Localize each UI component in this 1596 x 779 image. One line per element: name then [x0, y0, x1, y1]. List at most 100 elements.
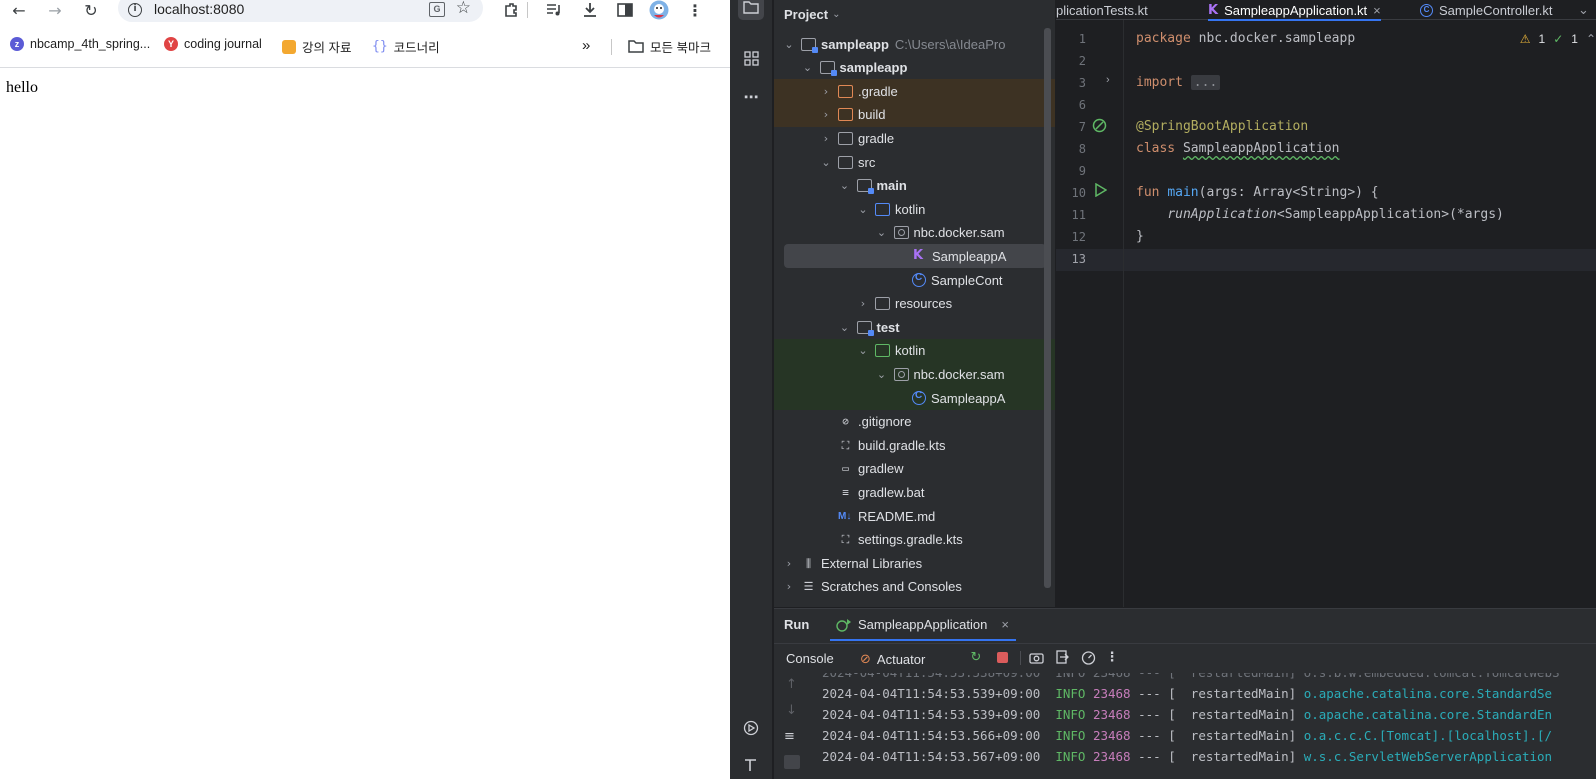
- chevron-down-icon[interactable]: ⌄: [856, 203, 870, 216]
- tree-item[interactable]: ⛶ settings.gradle.kts: [774, 528, 1055, 552]
- tree-item[interactable]: › .gradle: [774, 79, 1055, 104]
- tree-item[interactable]: › ⫼ External Libraries: [774, 551, 1055, 575]
- keyword: import: [1136, 75, 1183, 90]
- chevron-down-icon[interactable]: ⌄: [838, 179, 852, 192]
- chevron-down-icon[interactable]: ⌄: [875, 368, 889, 381]
- more-tools-icon[interactable]: ⋯: [738, 84, 764, 110]
- tree-item[interactable]: ▭ gradlew: [774, 457, 1055, 481]
- soft-wrap-icon[interactable]: ≡: [784, 729, 795, 744]
- services-icon[interactable]: [738, 715, 764, 741]
- tree-item-label: External Libraries: [821, 555, 923, 571]
- tree-item[interactable]: › ☰ Scratches and Consoles: [774, 575, 1055, 599]
- tabs-dropdown-icon[interactable]: ⌄: [1578, 0, 1589, 20]
- url-text[interactable]: localhost:8080: [154, 1, 244, 17]
- tree-item[interactable]: ⌄ src: [774, 150, 1055, 174]
- package-icon: [893, 226, 909, 240]
- build-hammer-icon[interactable]: [738, 752, 764, 778]
- bookmark-star-icon[interactable]: ☆: [456, 0, 471, 18]
- tree-item[interactable]: ⌄ main: [774, 174, 1055, 198]
- bookmark-item[interactable]: 강의 자료: [282, 37, 351, 56]
- chevron-down-icon[interactable]: ⌄: [838, 321, 852, 334]
- tree-item[interactable]: › resources: [774, 292, 1055, 316]
- bookmark-item[interactable]: Y coding journal: [164, 37, 262, 51]
- camera-icon[interactable]: [1026, 647, 1046, 667]
- close-tab-icon[interactable]: ×: [1373, 3, 1381, 18]
- tree-item[interactable]: ⌄ test: [774, 315, 1055, 339]
- chevron-down-icon[interactable]: ⌄: [782, 38, 796, 51]
- exit-icon[interactable]: [1052, 647, 1072, 667]
- tree-item[interactable]: M↓ README.md: [774, 504, 1055, 528]
- fold-chevron-icon[interactable]: ›: [1106, 74, 1110, 86]
- tab-application-tests[interactable]: plicationTests.kt: [1056, 0, 1148, 20]
- media-control-icon[interactable]: [543, 0, 565, 20]
- tree-item[interactable]: ⛶ build.gradle.kts: [774, 433, 1055, 457]
- structure-icon[interactable]: [738, 45, 764, 71]
- profiler-icon[interactable]: [1078, 647, 1098, 667]
- chevron-right-icon[interactable]: ›: [819, 85, 833, 98]
- all-bookmarks-label: 모든 북마크: [650, 41, 711, 55]
- chevron-down-icon[interactable]: ⌄: [856, 344, 870, 357]
- back-arrow-icon[interactable]: ←: [8, 0, 30, 20]
- all-bookmarks-folder[interactable]: 모든 북마크: [628, 37, 711, 56]
- more-bookmarks-chevron-icon[interactable]: »: [582, 37, 590, 54]
- more-options-icon[interactable]: ⋮: [1102, 647, 1122, 667]
- tree-scrollbar[interactable]: [1044, 28, 1051, 588]
- chevron-right-icon[interactable]: ›: [819, 132, 833, 145]
- tree-item[interactable]: ≡ gradlew.bat: [774, 480, 1055, 504]
- chevron-down-icon[interactable]: ⌄: [819, 156, 833, 169]
- scroll-up-icon[interactable]: ↑: [786, 677, 797, 692]
- run-panel-title: Run: [784, 617, 810, 632]
- tree-item[interactable]: ⌄ nbc.docker.sam: [774, 362, 1055, 387]
- bookmark-item[interactable]: z nbcamp_4th_spring...: [10, 37, 150, 51]
- forward-arrow-icon[interactable]: →: [44, 0, 66, 20]
- tree-item[interactable]: SampleCont: [774, 268, 1055, 292]
- tree-item[interactable]: ⌄ nbc.docker.sam: [774, 221, 1055, 245]
- close-run-tab-icon[interactable]: ×: [1001, 617, 1009, 632]
- scroll-to-end-icon[interactable]: [784, 755, 800, 769]
- code-area[interactable]: package nbc.docker.sampleapp import ... …: [1136, 28, 1596, 607]
- tab-sample-controller[interactable]: C SampleController.kt: [1420, 0, 1552, 20]
- tree-item[interactable]: ⌄ sampleapp: [774, 56, 1055, 80]
- tree-item[interactable]: › gradle: [774, 126, 1055, 150]
- keyword: package: [1136, 31, 1191, 46]
- chevron-right-icon[interactable]: ›: [782, 580, 796, 593]
- run-gutter-icon[interactable]: [1094, 182, 1108, 200]
- tree-item[interactable]: ⌄ kotlin: [774, 338, 1055, 363]
- tree-item[interactable]: › build: [774, 102, 1055, 127]
- tree-item[interactable]: ⌄ kotlin: [774, 197, 1055, 221]
- bookmark-item[interactable]: {} 코드너리: [372, 37, 440, 56]
- chevron-right-icon[interactable]: ›: [856, 297, 870, 310]
- site-info-icon[interactable]: i: [128, 3, 142, 17]
- tree-item[interactable]: SampleappA: [784, 244, 1046, 269]
- browser-menu-icon[interactable]: ⋮: [684, 0, 706, 20]
- run-config-tab[interactable]: SampleappApplication ×: [836, 617, 1009, 632]
- actuator-tab[interactable]: ⊘ Actuator: [860, 651, 925, 667]
- console-tab[interactable]: Console: [786, 651, 834, 666]
- tab-sampleapp-application[interactable]: K SampleappApplication.kt ×: [1208, 0, 1381, 21]
- profile-avatar[interactable]: [648, 0, 670, 20]
- chevron-right-icon[interactable]: ›: [819, 108, 833, 121]
- stop-icon[interactable]: [992, 647, 1012, 667]
- chevron-right-icon[interactable]: ›: [782, 557, 796, 570]
- tree-item[interactable]: ⊘ .gitignore: [774, 410, 1055, 434]
- scroll-down-icon[interactable]: ↓: [786, 703, 797, 718]
- reload-icon[interactable]: ↻: [80, 0, 102, 20]
- side-panel-icon[interactable]: [614, 0, 636, 20]
- translate-icon[interactable]: G: [429, 2, 445, 17]
- download-icon[interactable]: [579, 0, 601, 20]
- chevron-down-icon[interactable]: ⌄: [801, 61, 815, 74]
- project-folder-icon[interactable]: [738, 0, 764, 20]
- log-pid: 23468: [1092, 686, 1131, 701]
- chevron-down-icon[interactable]: ⌄: [832, 9, 840, 20]
- console-output[interactable]: 2024-04-04T11:54:53.538+09:00 INFO 23468…: [810, 673, 1596, 779]
- folded-imports[interactable]: ...: [1190, 75, 1221, 90]
- tree-item[interactable]: SampleappA: [774, 386, 1055, 410]
- spring-bean-gutter-icon[interactable]: [1092, 118, 1107, 136]
- address-bar[interactable]: i localhost:8080 G ☆: [118, 0, 483, 22]
- extensions-icon[interactable]: [500, 0, 522, 20]
- rerun-icon[interactable]: ↻: [966, 647, 986, 667]
- chevron-down-icon[interactable]: ⌄: [875, 226, 889, 239]
- tree-item[interactable]: ⌄ sampleapp C:\Users\a\IdeaPro: [774, 32, 1055, 56]
- class-file-icon: [912, 272, 926, 287]
- project-panel-header[interactable]: Project ⌄: [774, 0, 840, 28]
